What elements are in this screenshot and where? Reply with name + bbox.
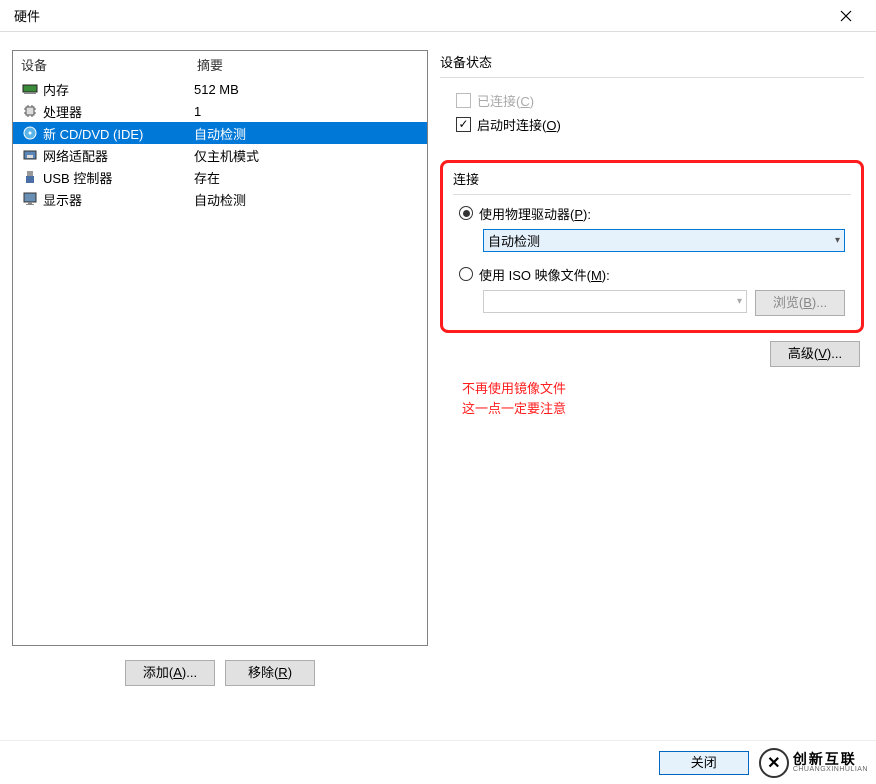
- col-summary-header: 摘要: [197, 55, 223, 74]
- nic-icon: [23, 148, 37, 162]
- use-iso-radio[interactable]: [459, 267, 473, 281]
- hardware-list[interactable]: 设备 摘要 内存 512 MB 处理器 1 新 CD/DVD (IDE) 自动检…: [12, 50, 428, 646]
- hw-summary: 仅主机模式: [194, 146, 427, 165]
- device-state-group: 设备状态 已连接(C) ✓ 启动时连接(O): [440, 52, 864, 144]
- use-physical-radio[interactable]: [459, 206, 473, 220]
- disc-icon: [23, 126, 37, 140]
- advanced-button[interactable]: 高级(V)...: [770, 341, 860, 367]
- annotation-text: 不再使用镜像文件 这一点一定要注意: [462, 379, 864, 418]
- memory-icon: [22, 83, 38, 95]
- annotation-line2: 这一点一定要注意: [462, 399, 864, 419]
- cpu-icon: [23, 104, 37, 118]
- hw-summary: 自动检测: [194, 124, 427, 143]
- connect-on-start-label: 启动时连接(O): [477, 115, 561, 134]
- monitor-icon: [23, 192, 37, 206]
- hw-row-usb[interactable]: USB 控制器 存在: [13, 166, 427, 188]
- col-device-header: 设备: [21, 55, 197, 74]
- hw-summary: 自动检测: [194, 190, 427, 209]
- brand-name-cn: 创新互联: [793, 752, 868, 766]
- hw-name: 网络适配器: [41, 146, 194, 165]
- remove-button[interactable]: 移除(R): [225, 660, 315, 686]
- hw-summary: 512 MB: [194, 82, 427, 97]
- window-close-button[interactable]: [826, 0, 866, 32]
- hw-name: 新 CD/DVD (IDE): [41, 124, 194, 143]
- hw-summary: 1: [194, 104, 427, 119]
- add-button[interactable]: 添加(A)...: [125, 660, 215, 686]
- window-title: 硬件: [10, 6, 826, 25]
- device-state-title: 设备状态: [440, 52, 864, 71]
- brand-watermark: ✕ 创新互联 CHUANGXINHULIAN: [759, 748, 868, 778]
- hw-name: 处理器: [41, 102, 194, 121]
- connection-highlight: 连接 使用物理驱动器(P): 自动检测 ▾ 使用 ISO 映像文件(M):: [440, 160, 864, 333]
- dialog-footer: 关闭 ✕ 创新互联 CHUANGXINHULIAN: [0, 740, 876, 784]
- use-physical-label: 使用物理驱动器(P):: [479, 204, 591, 223]
- connect-on-start-checkbox[interactable]: ✓: [456, 117, 471, 132]
- brand-name-en: CHUANGXINHULIAN: [793, 766, 868, 773]
- hardware-panel: 设备 摘要 内存 512 MB 处理器 1 新 CD/DVD (IDE) 自动检…: [12, 50, 428, 686]
- titlebar: 硬件: [0, 0, 876, 32]
- iso-path-input: ▾: [483, 290, 747, 313]
- hw-row-memory[interactable]: 内存 512 MB: [13, 78, 427, 100]
- hardware-list-header: 设备 摘要: [13, 51, 427, 78]
- usb-icon: [23, 170, 37, 184]
- physical-drive-select[interactable]: 自动检测 ▾: [483, 229, 845, 252]
- hw-name: USB 控制器: [41, 168, 194, 187]
- annotation-line1: 不再使用镜像文件: [462, 379, 864, 399]
- brand-logo-icon: ✕: [759, 748, 789, 778]
- chevron-down-icon: ▾: [737, 296, 742, 307]
- settings-panel: 设备状态 已连接(C) ✓ 启动时连接(O) 连接 使用物理驱动器(P):: [440, 50, 864, 686]
- physical-drive-value: 自动检测: [488, 231, 540, 250]
- hw-row-cpu[interactable]: 处理器 1: [13, 100, 427, 122]
- hw-name: 内存: [41, 80, 194, 99]
- close-button[interactable]: 关闭: [659, 751, 749, 775]
- hw-name: 显示器: [41, 190, 194, 209]
- use-iso-label: 使用 ISO 映像文件(M):: [479, 265, 610, 284]
- browse-button: 浏览(B)...: [755, 290, 845, 316]
- hw-row-display[interactable]: 显示器 自动检测: [13, 188, 427, 210]
- close-icon: [840, 10, 852, 22]
- connected-label: 已连接(C): [477, 91, 534, 110]
- hw-summary: 存在: [194, 168, 427, 187]
- connected-checkbox: [456, 93, 471, 108]
- hw-row-cddvd[interactable]: 新 CD/DVD (IDE) 自动检测: [13, 122, 427, 144]
- connection-title: 连接: [453, 169, 851, 188]
- chevron-down-icon: ▾: [835, 235, 840, 246]
- hw-row-nic[interactable]: 网络适配器 仅主机模式: [13, 144, 427, 166]
